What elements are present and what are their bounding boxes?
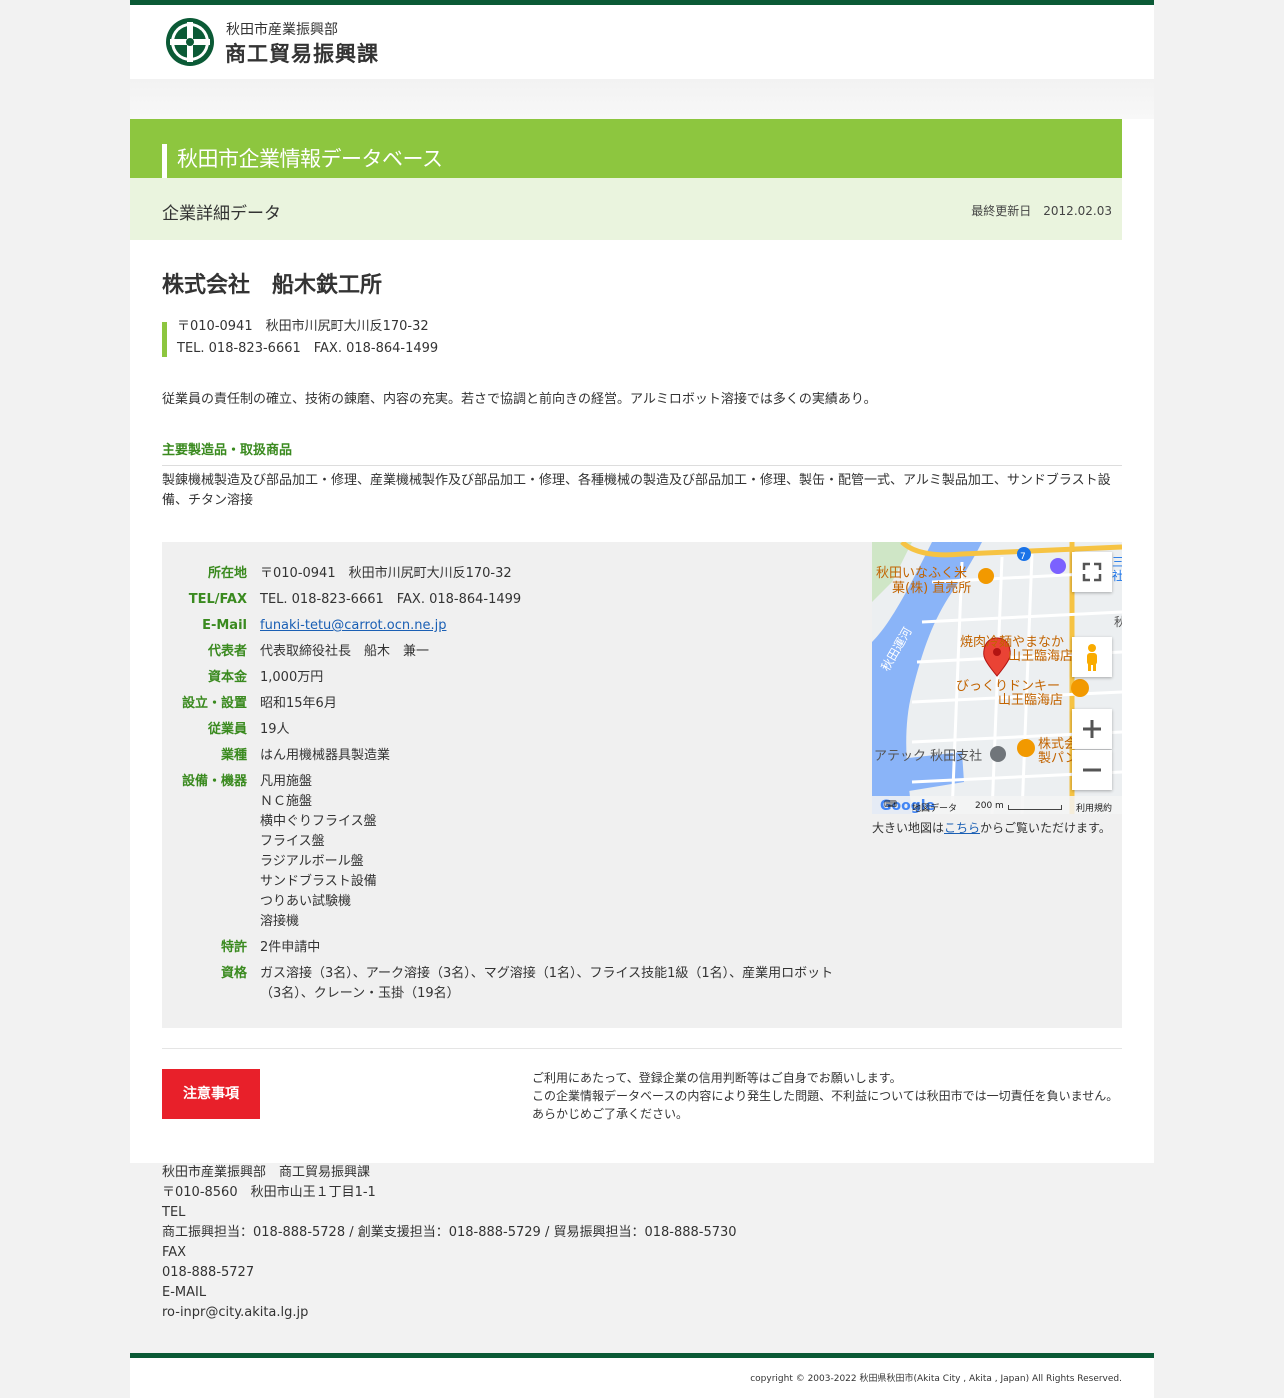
route-number: 7 [1020,552,1026,562]
equipment-item: つりあい試験機 [260,894,352,909]
map-label: 三 [1112,555,1122,569]
detail-header: 企業詳細データ 最終更新日 2012.02.03 [130,178,1122,240]
map-label: 秋田いなふく米 [876,566,967,581]
google-map[interactable]: 秋田いなふく米 菓(株) 直売所 秋田運河 焼肉冷麺やまなか 山王臨海店 びっく… [872,542,1122,814]
dept-name: 秋田市産業振興部 [226,22,338,38]
info-value: 昭和15年6月 [260,696,337,711]
large-map-hint: 大きい地図はこちらからご覧いただけます。 [872,819,1111,836]
info-label: 設備・機器 [181,774,247,789]
footer-line: 018-888-5727 [162,1265,255,1280]
detail-title: 企業詳細データ [162,204,281,224]
company-address: 〒010-0941 秋田市川尻町大川反170-32 [177,319,429,334]
map-label: 山王臨海店 [998,693,1063,708]
info-value: 凡用施盤 ＮＣ施盤 横中ぐりフライス盤 フライス盤 ラジアルボール盤 サンドブラ… [260,772,850,932]
info-value: funaki-tetu@carrot.ocn.ne.jp [260,616,850,636]
map-terms-link[interactable]: 利用規約 [1076,801,1112,814]
email-link[interactable]: funaki-tetu@carrot.ocn.ne.jp [260,618,446,633]
info-value: 1,000万円 [260,670,324,685]
info-value: はん用機械器具製造業 [260,748,391,763]
info-value: 2件申請中 [260,940,321,955]
minus-icon [1083,768,1101,772]
info-value: 〒010-0941 秋田市川尻町大川反170-32 [260,566,512,581]
divider [162,1048,1122,1049]
footer-line: FAX [162,1245,187,1260]
caution-line: この企業情報データベースの内容により発生した問題、不利益については秋田市では一切… [532,1089,1119,1103]
caution-line: あらかじめご了承ください。 [532,1107,689,1121]
products-heading: 主要製造品・取扱商品 [162,439,1122,466]
info-value: 19人 [260,722,290,737]
site-header: 秋田市産業振興部 商工貿易振興課 [130,5,1154,79]
large-map-link[interactable]: こちら [944,821,980,835]
info-label: 特許 [220,940,247,955]
info-label: 所在地 [207,566,247,581]
bottom-accent-bar [130,1353,1154,1358]
title-accent [162,144,167,178]
equipment-item: 凡用施盤 [260,774,313,789]
map-label: 社 [1112,568,1122,583]
map-scale-bar [1008,805,1062,810]
caution-line: ご利用にあたって、登録企業の信用判断等はご自身でお願いします。 [532,1071,902,1085]
map-label: 秋 [1114,615,1122,629]
fullscreen-button[interactable] [1072,552,1112,592]
info-label: 設立・設置 [181,696,247,711]
footer-line: 秋田市産業振興部 商工貿易振興課 [162,1165,371,1180]
company-description: 従業員の責任制の確立、技術の錬磨、内容の充実。若さで協調と前向きの経営。アルミロ… [162,392,877,407]
plus-icon [1083,720,1101,738]
city-emblem-icon[interactable] [164,16,216,68]
hint-text: 大きい地図は [872,821,945,835]
footer-line: 商工振興担当：018-888-5728 / 創業支援担当：018-888-572… [162,1225,737,1240]
map-footer: ⌨ 地図データ 200 m 利用規約 [884,800,1122,814]
zoom-in-button[interactable] [1072,709,1112,749]
equipment-item: ＮＣ施盤 [260,794,313,809]
products-text: 製錬機械製造及び部品加工・修理、産業機械製作及び部品加工・修理、各種機械の製造及… [162,473,1111,508]
info-label: E-Mail [202,618,247,633]
info-label: 資本金 [207,670,247,685]
map-label: びっくりドンキー [956,679,1060,694]
map-label: 菓(株) 直売所 [892,580,971,596]
database-title-bar: 秋田市企業情報データベース [130,119,1122,178]
fullscreen-icon [1082,562,1102,582]
map-label: 焼肉冷麺やまなか [960,635,1064,650]
section-name[interactable]: 商工貿易振興課 [225,38,379,68]
keyboard-icon[interactable]: ⌨ [884,800,897,810]
equipment-item: ラジアルボール盤 [260,854,364,869]
info-label: 資格 [220,966,247,981]
header-band [130,79,1154,119]
info-value: 代表取締役社長 船木 兼一 [260,644,430,659]
footer-line: E-MAIL [162,1285,207,1300]
footer-line: ro-inpr@city.akita.lg.jp [162,1305,309,1320]
map-label: 山王臨海店 [1008,649,1073,664]
equipment-item: 横中ぐりフライス盤 [260,814,377,829]
map-label: アテック 秋田支社 [874,748,982,764]
info-value: ガス溶接（3名）、アーク溶接（3名）、マグ溶接（1名）、フライス技能1級（1名）… [260,966,834,1001]
site-footer: 秋田市産業振興部 商工貿易振興課 〒010-8560 秋田市山王１丁目1-1 T… [130,1163,1154,1353]
company-name: 株式会社 船木鉄工所 [162,273,383,298]
info-label: 業種 [220,748,247,763]
equipment-item: 溶接機 [260,914,300,929]
info-label: 従業員 [207,722,247,737]
info-label: 代表者 [207,644,247,659]
map-scale-label: 200 m [975,801,1004,811]
equipment-item: フライス盤 [260,834,325,849]
map-data-link[interactable]: 地図データ [912,801,957,814]
zoom-out-button[interactable] [1072,750,1112,790]
database-title: 秋田市企業情報データベース [177,147,443,171]
footer-line: 〒010-8560 秋田市山王１丁目1-1 [162,1185,376,1200]
street-view-pegman[interactable] [1072,637,1112,677]
hint-text: からご覧いただけます。 [980,821,1111,835]
info-label: TEL/FAX [188,592,247,607]
info-panel: 所在地 〒010-0941 秋田市川尻町大川反170-32 TEL/FAX TE… [162,542,1122,1028]
caution-text: ご利用にあたって、登録企業の信用判断等はご自身でお願いします。 この企業情報デー… [532,1069,1132,1123]
equipment-item: サンドブラスト設備 [260,874,377,889]
company-tel: TEL. 018-823-6661 FAX. 018-864-1499 [177,341,439,356]
info-value: TEL. 018-823-6661 FAX. 018-864-1499 [260,592,522,607]
page: 秋田市産業振興部 商工貿易振興課 秋田市企業情報データベース 企業詳細データ 最… [130,0,1154,1398]
copyright: copyright © 2003-2022 秋田県秋田市(Akita City … [750,1374,1122,1384]
last-updated: 最終更新日 2012.02.03 [971,204,1112,218]
pegman-icon [1087,644,1097,671]
caution-button[interactable]: 注意事項 [162,1069,260,1119]
footer-line: TEL [162,1205,186,1220]
company-address-box: 〒010-0941 秋田市川尻町大川反170-32 TEL. 018-823-6… [162,319,439,357]
